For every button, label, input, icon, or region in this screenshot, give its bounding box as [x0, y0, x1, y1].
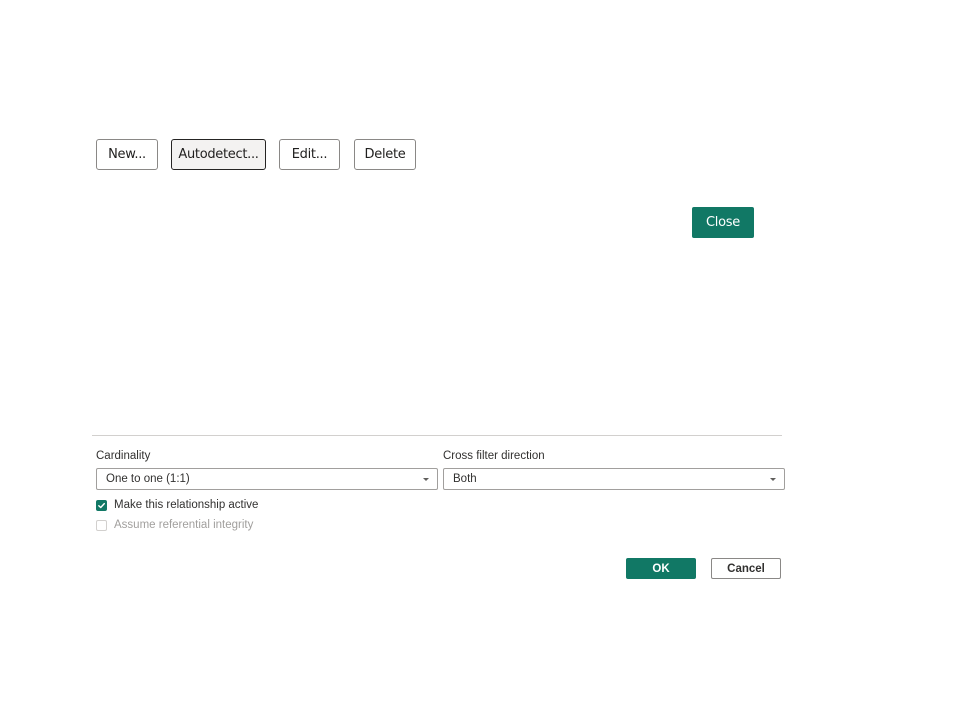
edit-button[interactable]: Edit... — [279, 139, 340, 170]
ok-button[interactable]: OK — [626, 558, 696, 579]
chevron-down-icon — [417, 469, 435, 489]
assume-referential-integrity-option: Assume referential integrity — [96, 519, 253, 531]
checkmark-icon — [98, 502, 105, 508]
section-divider — [92, 435, 782, 436]
cross-filter-direction-dropdown[interactable]: Both — [443, 468, 785, 490]
cardinality-dropdown[interactable]: One to one (1:1) — [96, 468, 438, 490]
cross-filter-direction-label: Cross filter direction — [443, 450, 545, 462]
cardinality-label: Cardinality — [96, 450, 151, 462]
make-relationship-active-option[interactable]: Make this relationship active — [96, 499, 258, 511]
cross-filter-direction-value: Both — [453, 473, 477, 485]
chevron-down-icon — [764, 469, 782, 489]
assume-referential-integrity-checkbox — [96, 519, 107, 531]
close-button[interactable]: Close — [692, 207, 754, 238]
new-button[interactable]: New... — [96, 139, 158, 170]
autodetect-button[interactable]: Autodetect... — [171, 139, 266, 170]
manage-relationships-dialog: New... Autodetect... Edit... Delete Clos… — [0, 0, 960, 720]
assume-referential-integrity-label: Assume referential integrity — [114, 519, 254, 531]
make-relationship-active-label: Make this relationship active — [114, 499, 259, 511]
cardinality-value: One to one (1:1) — [106, 473, 190, 485]
make-relationship-active-checkbox[interactable] — [96, 499, 107, 511]
delete-button[interactable]: Delete — [354, 139, 416, 170]
cancel-button[interactable]: Cancel — [711, 558, 781, 579]
